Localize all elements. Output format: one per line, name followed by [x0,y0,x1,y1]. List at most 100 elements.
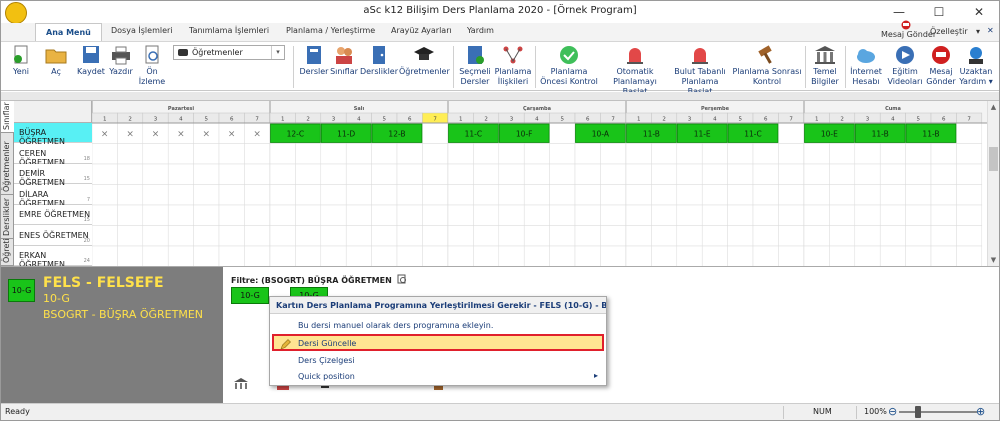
close-ribbon-icon[interactable]: ✕ [987,26,994,35]
timetable-cell[interactable] [244,245,271,266]
timetable-cell[interactable] [92,225,118,247]
timetable-cell[interactable] [117,245,144,266]
timetable-cell[interactable] [600,204,627,226]
zoom-out-icon[interactable]: ⊖ [888,405,897,418]
timetable-cell[interactable] [320,245,347,266]
timetable-cell[interactable] [218,204,245,226]
timetable-cell[interactable] [498,245,525,266]
timetable-cell[interactable] [651,204,678,226]
timetable-cell[interactable] [752,163,779,185]
timetable-cell[interactable] [727,163,754,185]
timetable-cell[interactable] [117,143,144,165]
timetable-cell[interactable] [905,163,932,185]
building-small-icon[interactable] [233,377,249,391]
teacher-row-name[interactable]: CEREN ÖĞRETMEN 18 [14,143,92,167]
timetable-cell[interactable] [345,184,372,206]
timetable-cell[interactable] [600,245,627,266]
timetable-cell[interactable] [371,163,398,185]
timetable-cell[interactable] [396,143,423,165]
timetable-cell[interactable] [142,184,169,206]
timetable-cell[interactable] [371,143,398,165]
timetable-cell[interactable] [956,184,983,206]
timetable-cell[interactable] [473,143,500,165]
timetable-cell[interactable] [345,225,372,247]
training-videos-button[interactable]: Eğitim Videoları [885,45,925,87]
timetable-cell[interactable] [498,184,525,206]
timetable-cell[interactable] [523,143,550,165]
timetable-cell[interactable] [701,143,728,165]
timetable-cell[interactable] [142,143,169,165]
timetable-cell[interactable] [295,143,322,165]
elective-lessons-button[interactable]: Seçmeli Dersler [456,45,494,87]
send-message-button[interactable]: Mesaj Gönder [923,45,959,87]
timetable-cell[interactable] [92,143,118,165]
timetable-cell[interactable] [625,245,652,266]
classes-button[interactable]: Sınıflar [327,45,361,77]
timetable-cell[interactable] [167,225,194,247]
timetable-cell[interactable] [269,184,296,206]
timetable-cell[interactable] [752,184,779,206]
timetable-cell[interactable] [854,225,881,247]
timetable-cell[interactable] [422,245,449,266]
classrooms-button[interactable]: Derslikler [359,45,399,77]
timetable-cell[interactable] [854,245,881,266]
auto-planning-button[interactable]: Otomatik Planlamayı Başlat [601,45,669,97]
timetable-cell[interactable] [829,245,856,266]
timetable-cell[interactable] [752,225,779,247]
timetable-cell[interactable] [701,204,728,226]
timetable-cell[interactable] [345,143,372,165]
timetable-cell[interactable] [117,184,144,206]
timetable-cell[interactable] [295,225,322,247]
timetable-cell[interactable] [930,163,957,185]
timetable-cell[interactable] [651,245,678,266]
timetable-cell[interactable] [549,122,576,144]
class-card-button[interactable]: 10-G [8,279,35,302]
tab-tanimlama-islemleri[interactable]: Tanımlama İşlemleri [189,26,269,35]
scroll-down-icon[interactable]: ▼ [989,256,998,264]
tab-arayuz-ayarlari[interactable]: Arayüz Ayarları [391,26,452,35]
timetable-cell[interactable] [879,143,906,165]
menu-item-quick-position[interactable]: Quick position ▸ [272,368,604,385]
timetable-cell[interactable] [701,184,728,206]
timetable-cell[interactable] [320,143,347,165]
timetable-cell[interactable] [498,163,525,185]
new-button[interactable]: Yeni [7,45,35,77]
timetable-cell[interactable] [905,245,932,266]
maximize-button[interactable]: ☐ [919,1,959,23]
scroll-up-icon[interactable]: ▲ [989,103,998,111]
timetable-cell[interactable] [956,204,983,226]
teacher-row-name[interactable]: ERKAN ÖĞRETMEN 24 [14,246,92,269]
timetable-cell[interactable] [218,245,245,266]
timetable-cell[interactable] [422,143,449,165]
timetable-cell[interactable] [600,184,627,206]
timetable-cell[interactable] [422,122,449,144]
timetable-cell[interactable] [879,245,906,266]
timetable-cell[interactable] [92,245,118,266]
timetable-cell[interactable] [829,184,856,206]
timetable-cell[interactable] [803,184,830,206]
timetable-cell[interactable] [778,245,805,266]
timetable-cell[interactable] [447,225,474,247]
timetable-cell[interactable] [879,184,906,206]
timetable-cell[interactable] [930,204,957,226]
timetable-cell[interactable] [117,225,144,247]
close-window-button[interactable]: ✕ [959,1,999,23]
timetable-cell[interactable] [803,143,830,165]
timetable-cell[interactable] [574,143,601,165]
timetable-cell[interactable] [167,245,194,266]
timetable-cell[interactable] [371,184,398,206]
timetable-cell[interactable] [244,184,271,206]
timetable-cell[interactable] [320,225,347,247]
timetable-cell[interactable] [752,204,779,226]
timetable-cell[interactable] [651,225,678,247]
timetable-cell[interactable] [727,225,754,247]
timetable-cell[interactable] [549,245,576,266]
timetable-cell[interactable] [905,184,932,206]
timetable-cell[interactable] [879,163,906,185]
view-selector-combo[interactable]: Öğretmenler ▾ [173,45,285,60]
timetable-cell[interactable] [549,143,576,165]
tab-ana-menu[interactable]: Ana Menü [35,23,102,41]
timetable-cell[interactable] [193,143,220,165]
timetable-cell[interactable] [676,204,703,226]
timetable-cell[interactable] [473,225,500,247]
